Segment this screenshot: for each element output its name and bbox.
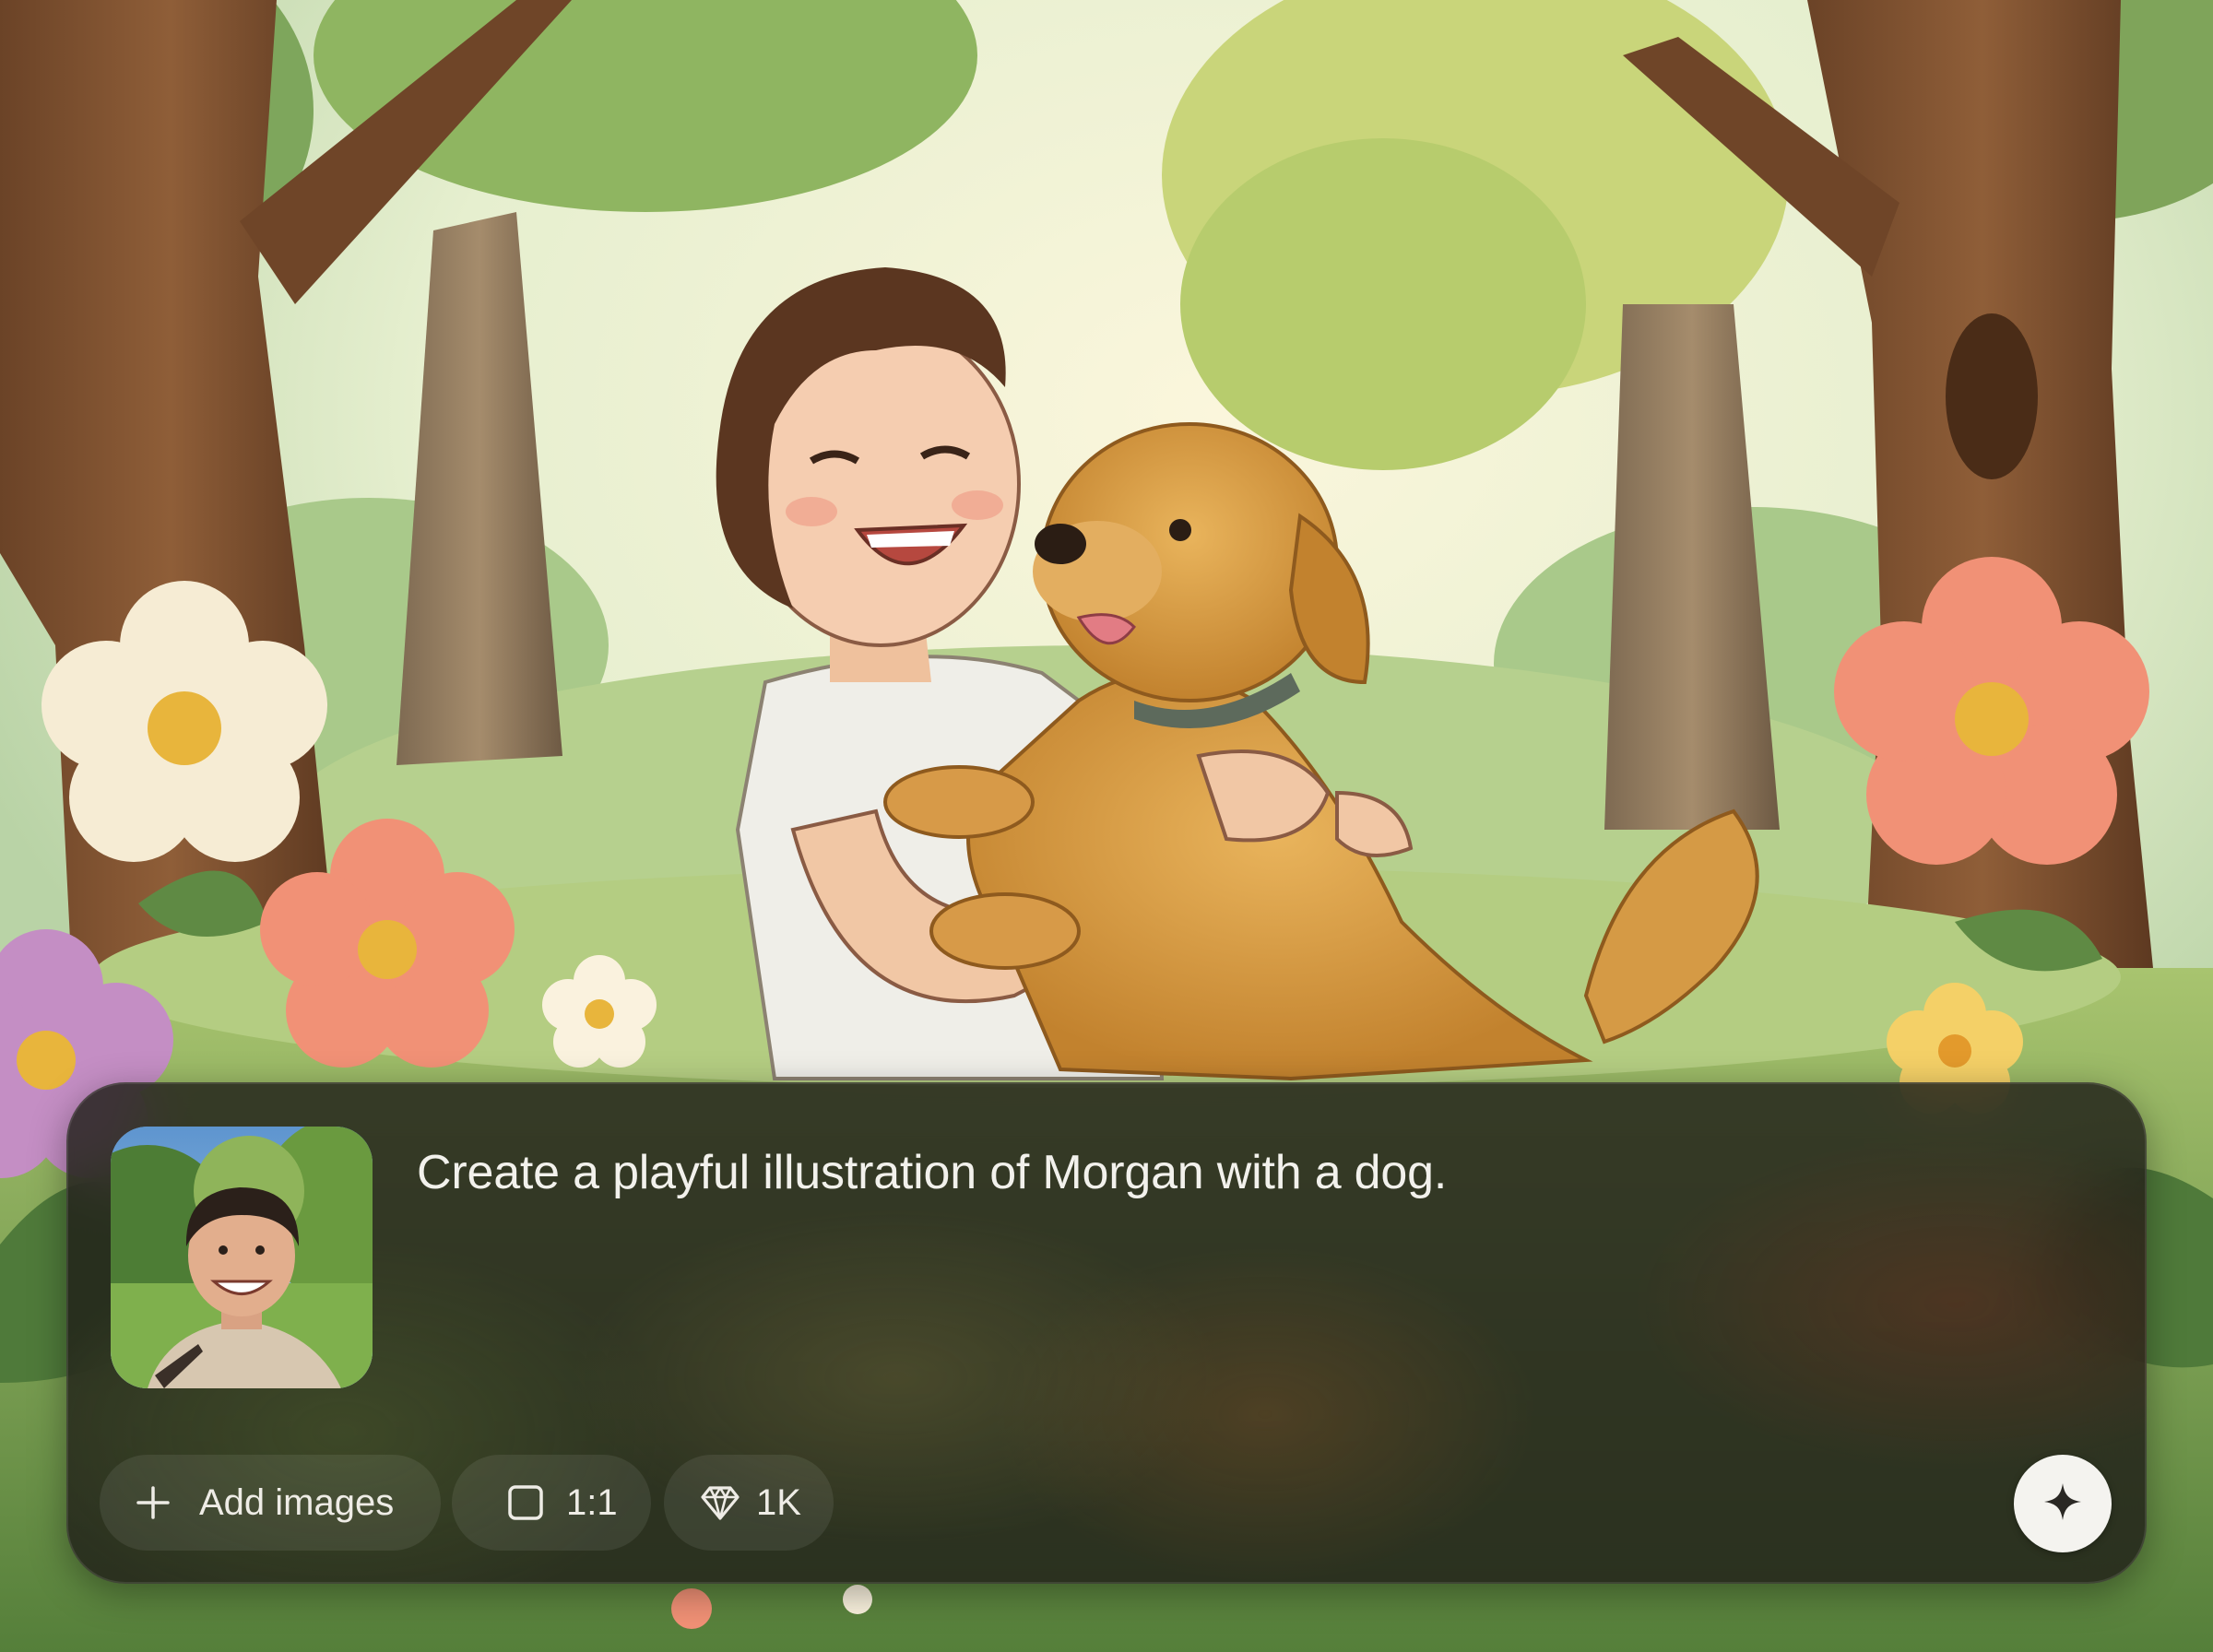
square-icon [505, 1482, 546, 1523]
plus-icon [135, 1484, 172, 1521]
aspect-ratio-label: 1:1 [566, 1481, 618, 1523]
aspect-ratio-button[interactable]: 1:1 [452, 1455, 651, 1551]
add-images-label: Add images [199, 1481, 395, 1523]
prompt-text[interactable]: Create a playful illustration of Morgan … [417, 1143, 1447, 1203]
add-images-button[interactable]: Add images [100, 1455, 441, 1551]
sparkle-icon [2042, 1481, 2083, 1527]
resolution-label: 1K [756, 1481, 801, 1523]
resolution-button[interactable]: 1K [664, 1455, 834, 1551]
reference-photo [111, 1127, 373, 1388]
app-canvas: Create a playful illustration of Morgan … [0, 0, 2213, 1652]
prompt-composer: Create a playful illustration of Morgan … [66, 1082, 2147, 1584]
reference-image-thumbnail[interactable] [111, 1127, 373, 1388]
diamond-icon [699, 1482, 741, 1523]
generate-button[interactable] [2014, 1455, 2112, 1552]
